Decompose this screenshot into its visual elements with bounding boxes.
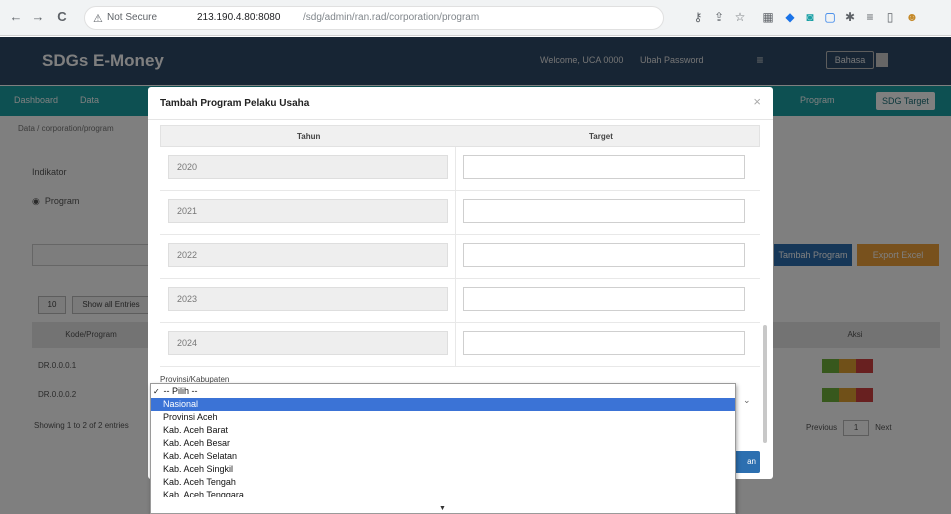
dropdown-option[interactable]: Kab. Aceh Tenggara: [151, 489, 735, 497]
profile-icon[interactable]: ☻: [904, 9, 920, 25]
divider: [455, 235, 456, 279]
warning-icon: ⚠: [93, 13, 103, 25]
target-input[interactable]: [463, 287, 745, 311]
share-icon[interactable]: ⇪: [711, 9, 727, 25]
back-icon[interactable]: ←: [8, 9, 24, 25]
year-field: 2022: [168, 243, 448, 267]
year-field: 2020: [168, 155, 448, 179]
year-field: 2023: [168, 287, 448, 311]
divider: [455, 323, 456, 367]
target-table-header: Tahun Target: [160, 125, 760, 147]
year-field: 2021: [168, 199, 448, 223]
bookmark-icon[interactable]: ≡: [862, 9, 878, 25]
reload-icon[interactable]: C: [54, 9, 70, 25]
extension-blue-icon[interactable]: ◆: [782, 9, 798, 25]
year-field: 2024: [168, 331, 448, 355]
modal-title: Tambah Program Pelaku Usaha: [160, 98, 310, 109]
dropdown-option[interactable]: Provinsi Aceh: [151, 411, 735, 424]
url-path: /sdg/admin/ran.rad/corporation/program: [303, 12, 480, 23]
camera-icon[interactable]: ◙: [802, 9, 818, 25]
table-row: 2022: [160, 235, 760, 279]
scroll-down-icon[interactable]: ▼: [439, 505, 446, 512]
target-input[interactable]: [463, 155, 745, 179]
key-icon[interactable]: ⚷: [690, 9, 706, 25]
dropdown-option[interactable]: Kab. Aceh Selatan: [151, 450, 735, 463]
security-label: Not Secure: [107, 12, 158, 23]
table-row: 2020: [160, 147, 760, 191]
star-icon[interactable]: ☆: [732, 9, 748, 25]
check-icon: ✓: [153, 387, 160, 396]
divider: [455, 147, 456, 191]
sidepanel-icon[interactable]: ▯: [882, 9, 898, 25]
column-header-target: Target: [589, 132, 613, 141]
address-bar[interactable]: ⚠ Not Secure 213.190.4.80:8080 /sdg/admi…: [84, 6, 664, 30]
dropdown-option[interactable]: Kab. Aceh Besar: [151, 437, 735, 450]
dropdown-option-highlighted[interactable]: Nasional: [151, 398, 735, 411]
puzzle-icon[interactable]: ✱: [842, 9, 858, 25]
target-input[interactable]: [463, 243, 745, 267]
divider: [148, 119, 773, 120]
save-button[interactable]: an: [734, 451, 760, 473]
divider: [455, 279, 456, 323]
url-host: 213.190.4.80:8080: [197, 12, 281, 23]
table-row: 2021: [160, 191, 760, 235]
dropdown-option[interactable]: Kab. Aceh Singkil: [151, 463, 735, 476]
forward-icon[interactable]: →: [30, 9, 46, 25]
table-row: 2023: [160, 279, 760, 323]
modal-scrollbar[interactable]: [763, 325, 767, 443]
close-icon[interactable]: ×: [753, 94, 761, 109]
divider: [455, 191, 456, 235]
target-input[interactable]: [463, 199, 745, 223]
browser-toolbar: ← → C ⚠ Not Secure 213.190.4.80:8080 /sd…: [0, 0, 951, 36]
region-dropdown-list[interactable]: ✓ -- Pilih -- Nasional Provinsi Aceh Kab…: [150, 383, 736, 514]
extension-square-icon[interactable]: ▢: [822, 9, 838, 25]
dropdown-option[interactable]: ✓ -- Pilih --: [151, 385, 735, 398]
column-header-tahun: Tahun: [297, 132, 321, 141]
target-input[interactable]: [463, 331, 745, 355]
dropdown-option[interactable]: Kab. Aceh Tengah: [151, 476, 735, 489]
grid-icon[interactable]: ▦: [760, 9, 776, 25]
dropdown-option[interactable]: Kab. Aceh Barat: [151, 424, 735, 437]
chevron-down-icon[interactable]: ⌄: [743, 395, 751, 406]
table-row: 2024: [160, 323, 760, 367]
